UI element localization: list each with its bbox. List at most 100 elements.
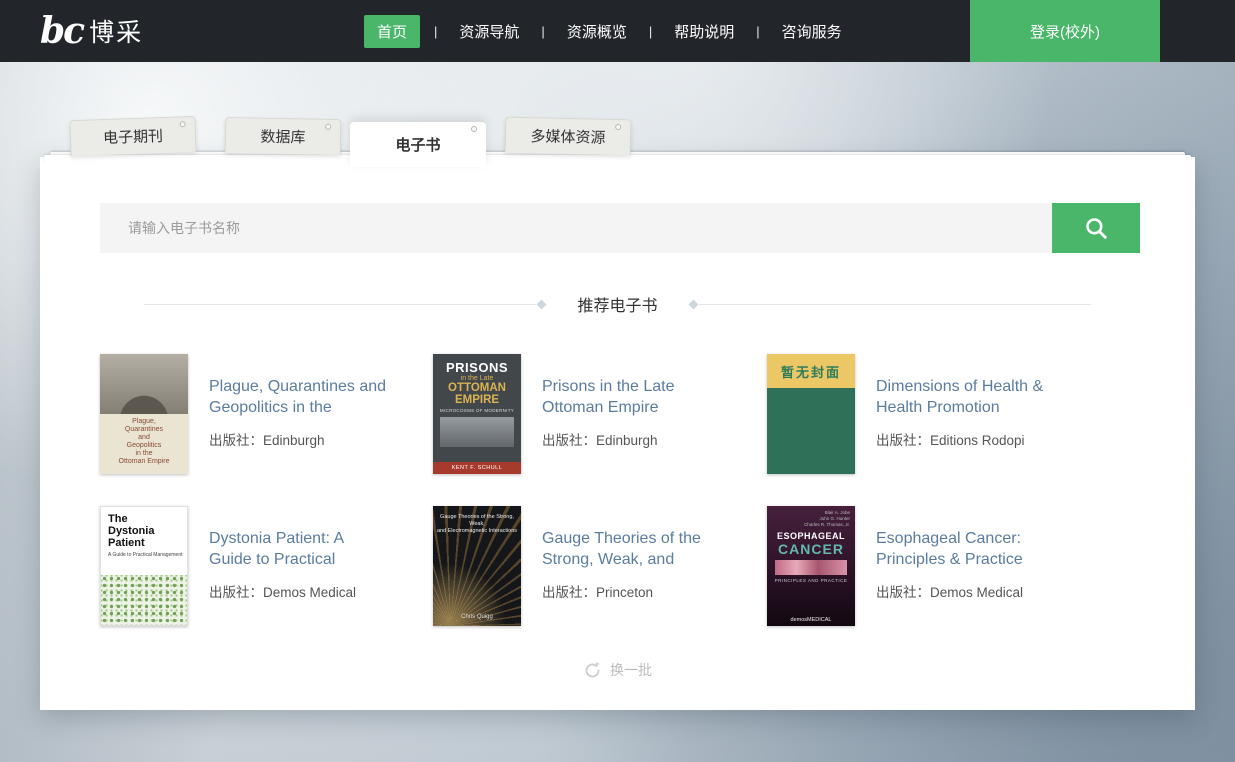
cover-author-text: Blair A. Jobe John G. Hunter Charles R. … (767, 506, 855, 528)
publisher-label: 出版社： (209, 585, 263, 600)
search-button[interactable] (1052, 203, 1140, 253)
publisher-label: 出版社： (542, 585, 596, 600)
cover-photo (100, 354, 188, 414)
book-info: Dystonia Patient: A Guide to Practical 出… (209, 506, 387, 626)
cover-subtitle-text: MICROCOSMS OF MODERNITY (433, 408, 521, 413)
refresh-batch-button[interactable]: 换一批 (40, 660, 1195, 680)
book-info: Esophageal Cancer: Principles & Practice… (876, 506, 1054, 626)
nav-item-home[interactable]: 首页 (364, 15, 420, 48)
tab-pin-dot (471, 126, 477, 132)
main-menu: 首页 | 资源导航 | 资源概览 | 帮助说明 | 咨询服务 (350, 0, 864, 62)
logo-bc-mark: bc (40, 10, 83, 52)
book-publisher: 出版社：Editions Rodopi (876, 429, 1054, 449)
publisher-label: 出版社： (876, 585, 930, 600)
no-cover-label: 暂无封面 (767, 354, 855, 388)
book-card-esophageal-cancer[interactable]: Blair A. Jobe John G. Hunter Charles R. … (767, 506, 1135, 626)
cover-title-text: ESOPHAGEAL (767, 531, 855, 541)
book-cover[interactable]: The Dystonia Patient A Guide to Practica… (100, 506, 188, 626)
cover-title-text: PRISONS (433, 360, 521, 375)
book-card-gauge-theories[interactable]: Gauge Theories of the Strong, Weak, and … (433, 506, 767, 626)
book-card-prisons[interactable]: PRISONS in the Late OTTOMAN EMPIRE MICRO… (433, 354, 767, 474)
tab-label: 数据库 (260, 126, 305, 148)
menu-divider: | (756, 24, 759, 39)
divider-line (699, 304, 1091, 305)
book-publisher: 出版社：Demos Medical (876, 581, 1054, 601)
book-cover-placeholder[interactable]: 暂无封面 (767, 354, 855, 474)
section-title: 推荐电子书 (577, 292, 657, 316)
menu-divider: | (541, 24, 544, 39)
cover-title-text: The Dystonia Patient (101, 507, 187, 549)
refresh-icon (583, 661, 602, 680)
tab-label: 多媒体资源 (530, 125, 605, 148)
cover-photo (440, 417, 514, 447)
publisher-label: 出版社： (876, 433, 930, 448)
publisher-name: Demos Medical (263, 585, 356, 600)
menu-divider: | (649, 24, 652, 39)
cover-mosaic-art (101, 575, 187, 625)
book-publisher: 出版社：Princeton (542, 581, 720, 601)
tab-pin-dot (325, 124, 331, 130)
cover-body (767, 388, 855, 474)
tab-multimedia[interactable]: 多媒体资源 (505, 117, 632, 156)
book-info: Dimensions of Health & Health Promotion … (876, 354, 1054, 474)
publisher-label: 出版社： (542, 433, 596, 448)
book-card-plague[interactable]: Plague, Quarantines and Geopolitics in t… (100, 354, 433, 474)
content-card: 推荐电子书 Plague, Quarantines and Geopolitic… (40, 157, 1195, 710)
resource-tabs: 电子期刊 数据库 电子书 多媒体资源 (40, 118, 1195, 162)
tab-ebooks[interactable]: 电子书 (350, 122, 486, 167)
refresh-label: 换一批 (610, 660, 652, 680)
diamond-ornament (537, 299, 547, 309)
book-title[interactable]: Gauge Theories of the Strong, Weak, and (542, 528, 720, 570)
publisher-label: 出版社： (209, 433, 263, 448)
book-title[interactable]: Dystonia Patient: A Guide to Practical (209, 528, 387, 570)
cover-title-text: OTTOMAN EMPIRE (433, 382, 521, 406)
cover-title-text: CANCER (767, 541, 855, 557)
book-cover[interactable]: Blair A. Jobe John G. Hunter Charles R. … (767, 506, 855, 626)
book-card-dimensions-health[interactable]: 暂无封面 Dimensions of Health & Health Promo… (767, 354, 1135, 474)
top-nav: bc 博采 首页 | 资源导航 | 资源概览 | 帮助说明 | 咨询服务 登录(… (0, 0, 1235, 62)
book-publisher: 出版社：Edinburgh (542, 429, 720, 449)
cover-title-text: Gauge Theories of the Strong, Weak, and … (433, 506, 521, 535)
cover-subtitle-text: PRINCIPLES AND PRACTICE (767, 578, 855, 583)
book-title[interactable]: Dimensions of Health & Health Promotion (876, 376, 1054, 418)
tab-pin-dot (615, 124, 621, 130)
nav-item-help[interactable]: 帮助说明 (674, 21, 734, 42)
logo-name: 博采 (89, 13, 143, 49)
menu-divider: | (434, 24, 437, 39)
publisher-name: Editions Rodopi (930, 433, 1025, 448)
publisher-name: Princeton (596, 585, 653, 600)
tab-label: 电子期刊 (103, 125, 164, 148)
search-icon (1083, 215, 1109, 241)
search-bar (100, 203, 1140, 253)
cover-author-text: Chris Quigg (433, 614, 521, 620)
search-input[interactable] (100, 203, 1052, 253)
book-title[interactable]: Prisons in the Late Ottoman Empire (542, 376, 720, 418)
book-title[interactable]: Plague, Quarantines and Geopolitics in t… (209, 376, 387, 418)
tab-pin-dot (180, 121, 186, 127)
book-info: Plague, Quarantines and Geopolitics in t… (209, 354, 387, 474)
tab-ejournals[interactable]: 电子期刊 (69, 116, 196, 156)
cover-title-text: Plague, Quarantines and Geopolitics in t… (100, 414, 188, 466)
nav-item-resource-overview[interactable]: 资源概览 (567, 21, 627, 42)
book-info: Prisons in the Late Ottoman Empire 出版社：E… (542, 354, 720, 474)
book-cover[interactable]: Plague, Quarantines and Geopolitics in t… (100, 354, 188, 474)
logo[interactable]: bc 博采 (40, 0, 143, 62)
cover-subtitle-text: A Guide to Practical Management (101, 549, 187, 558)
section-header: 推荐电子书 (40, 292, 1195, 316)
nav-item-consult[interactable]: 咨询服务 (782, 21, 842, 42)
book-info: Gauge Theories of the Strong, Weak, and … (542, 506, 720, 626)
book-title[interactable]: Esophageal Cancer: Principles & Practice (876, 528, 1054, 570)
login-button[interactable]: 登录(校外) (970, 0, 1160, 62)
book-cover[interactable]: PRISONS in the Late OTTOMAN EMPIRE MICRO… (433, 354, 521, 474)
book-card-dystonia[interactable]: The Dystonia Patient A Guide to Practica… (100, 506, 433, 626)
tab-label: 电子书 (395, 134, 440, 155)
nav-item-resource-guide[interactable]: 资源导航 (459, 21, 519, 42)
cover-imprint-text: demosMEDICAL (767, 617, 855, 623)
publisher-name: Edinburgh (596, 433, 658, 448)
diamond-ornament (688, 299, 698, 309)
book-publisher: 出版社：Edinburgh (209, 429, 387, 449)
book-grid: Plague, Quarantines and Geopolitics in t… (100, 354, 1135, 626)
tab-databases[interactable]: 数据库 (225, 117, 342, 155)
book-publisher: 出版社：Demos Medical (209, 581, 387, 601)
book-cover[interactable]: Gauge Theories of the Strong, Weak, and … (433, 506, 521, 626)
